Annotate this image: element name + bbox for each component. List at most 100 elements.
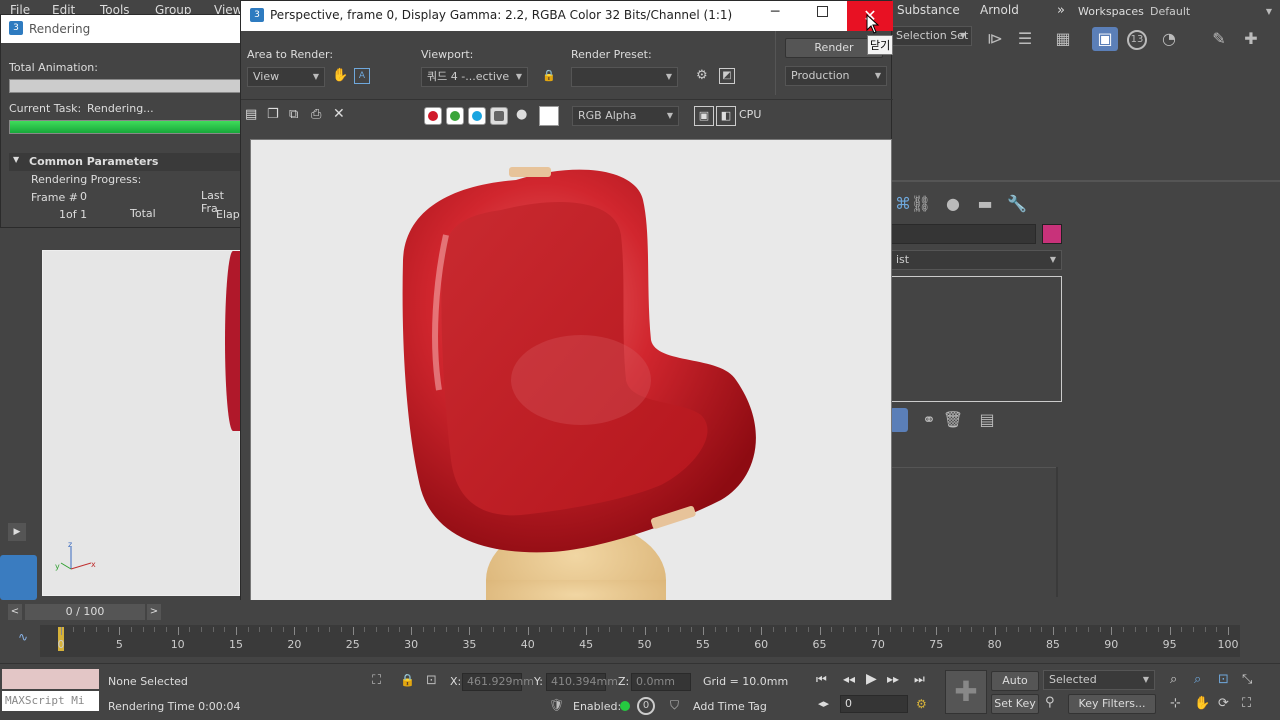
current-frame-field[interactable]: 0	[840, 695, 908, 713]
timeline-minor-tick	[1041, 627, 1043, 632]
render-setup-icon[interactable]: ◔	[1156, 27, 1182, 51]
utilities-tab-icon[interactable]: 🔧	[1004, 192, 1030, 216]
clone-window-icon[interactable]: ⧉	[289, 107, 298, 122]
minimize-icon[interactable]: ─	[771, 4, 779, 20]
align-icon[interactable]: ☰	[1012, 27, 1038, 51]
play-icon[interactable]: ▶	[8, 523, 26, 541]
time-config-arrows-icon[interactable]: ◂▸	[818, 697, 829, 710]
scrollbar[interactable]	[1056, 467, 1058, 597]
set-key-button[interactable]: Set Key	[991, 694, 1039, 714]
save-image-icon[interactable]: ▤	[245, 107, 257, 122]
mirror-icon[interactable]: ⧐	[982, 27, 1008, 51]
rendering-dialog-titlebar[interactable]: 3 Rendering	[1, 15, 246, 43]
toggle-overlay-icon[interactable]: ◧	[716, 106, 736, 126]
render-setup-icon[interactable]: ⚙	[696, 68, 714, 86]
render-preset-dropdown[interactable]: ▼	[571, 67, 678, 87]
clear-icon[interactable]: ✕	[333, 106, 345, 122]
lock-icon[interactable]: 🔒	[542, 69, 556, 85]
maxscript-mini-listener[interactable]: MAXScript Mi	[2, 691, 99, 711]
set-key-big-button[interactable]: ✚	[945, 670, 987, 714]
alpha-channel-toggle[interactable]	[490, 107, 508, 125]
hierarchy-tab-icon[interactable]: ⛓	[908, 192, 934, 216]
timeline-minor-tick	[889, 627, 891, 632]
production-dropdown[interactable]: Production ▼	[785, 66, 887, 86]
next-frame-icon[interactable]: ▸▸	[887, 672, 899, 686]
key-selection-dropdown[interactable]: Selected ▼	[1043, 670, 1155, 690]
timeline-minor-tick	[539, 627, 541, 632]
motion-tab-icon[interactable]: ●	[940, 192, 966, 216]
rollout-header[interactable]: ▼ Common Parameters	[9, 153, 245, 171]
rendered-image[interactable]	[250, 139, 892, 621]
zoom-all-icon[interactable]: ⌕	[1194, 672, 1201, 687]
menu-arnold[interactable]: Arnold	[980, 3, 1019, 17]
blue-channel-toggle[interactable]	[468, 107, 486, 125]
modifier-list-dropdown[interactable]: ist ▼	[890, 250, 1062, 270]
next-frame-button[interactable]: >	[147, 604, 161, 620]
print-icon[interactable]: ⎙	[311, 107, 321, 122]
object-color-swatch[interactable]	[1042, 224, 1062, 244]
go-to-end-icon[interactable]: ⏭	[914, 672, 925, 687]
plus-icon[interactable]: ✚	[1238, 27, 1264, 51]
red-channel-toggle[interactable]	[424, 107, 442, 125]
display-channel-dropdown[interactable]: RGB Alpha ▼	[572, 106, 679, 126]
green-channel-toggle[interactable]	[446, 107, 464, 125]
prev-frame-button[interactable]: <	[8, 604, 22, 620]
area-to-render-dropdown[interactable]: View ▼	[247, 67, 325, 87]
zero-icon[interactable]: 0	[637, 697, 655, 715]
pin-stack-icon[interactable]	[890, 408, 908, 432]
absolute-mode-icon[interactable]: ⊡	[426, 673, 437, 688]
play-icon[interactable]: ▶	[866, 671, 877, 687]
time-slider[interactable]: 0 / 100	[25, 604, 145, 620]
auto-region-icon[interactable]: A	[354, 68, 370, 84]
pen-icon[interactable]: ✎	[1206, 27, 1232, 51]
chevron-right-icon[interactable]: »	[1057, 3, 1065, 18]
auto-key-button[interactable]: Auto Key	[991, 671, 1039, 705]
zoom-extents-icon[interactable]: ⊡	[1218, 672, 1229, 687]
curve-editor-icon[interactable]: ∿	[18, 630, 28, 644]
menu-substance[interactable]: Substance	[897, 3, 960, 17]
viewport-dropdown[interactable]: 쿼드 4 -...ective ▼	[421, 67, 528, 87]
z-coordinate-field[interactable]: 0.0mm	[631, 673, 691, 691]
maximize-icon[interactable]	[817, 6, 828, 17]
render-frame-icon[interactable]: 13	[1124, 27, 1150, 51]
copy-image-icon[interactable]: ❐	[267, 107, 279, 122]
zoom-extents-all-icon[interactable]: ⤡	[1242, 672, 1252, 687]
viewport[interactable]: z x y	[42, 250, 241, 596]
mono-icon[interactable]: ●	[516, 107, 527, 122]
object-name-field[interactable]	[890, 224, 1036, 244]
time-configuration-icon[interactable]: ⚙	[916, 697, 927, 711]
scene-explorer-icon[interactable]: ▦	[1050, 27, 1076, 51]
edit-region-icon[interactable]: ✋	[332, 68, 350, 86]
key-selection-value: Selected	[1049, 673, 1097, 686]
workspace-dropdown[interactable]: Default ▼	[1144, 2, 1278, 22]
y-coordinate-field[interactable]: 410.394mm	[546, 673, 618, 691]
selection-lock-icon[interactable]: 🔒	[400, 673, 415, 687]
toggle-ui-icon[interactable]: ▣	[694, 106, 714, 126]
viewport-maximize-button[interactable]	[0, 555, 37, 600]
trash-icon[interactable]: 🗑	[940, 408, 966, 432]
color-swatch[interactable]	[539, 106, 559, 126]
maxscript-listener-top[interactable]	[2, 669, 99, 689]
frame-window-titlebar[interactable]: 3 Perspective, frame 0, Display Gamma: 2…	[241, 1, 893, 31]
previous-frame-icon[interactable]: ◂◂	[843, 672, 855, 686]
add-time-tag[interactable]: Add Time Tag	[693, 700, 767, 713]
zoom-icon[interactable]: ⌕	[1170, 672, 1177, 687]
isolate-icon[interactable]: ⛶	[372, 673, 381, 688]
x-coordinate-field[interactable]: 461.929mm	[462, 673, 534, 691]
key-filters-button[interactable]: Key Filters...	[1068, 694, 1156, 714]
key-mode-icon[interactable]: ⚲	[1045, 695, 1055, 710]
tag-icon[interactable]: ⛉	[670, 698, 679, 713]
orbit-icon[interactable]: ⟳	[1218, 696, 1229, 711]
pan-icon[interactable]: ✋	[1194, 696, 1210, 711]
field-of-view-icon[interactable]: ⊹	[1170, 696, 1181, 711]
environment-icon[interactable]: ◩	[719, 68, 735, 84]
make-unique-icon[interactable]: ⚭	[916, 408, 942, 432]
modifier-stack[interactable]	[890, 276, 1062, 402]
configure-modifier-icon[interactable]: ▤	[974, 408, 1000, 432]
go-to-start-icon[interactable]: ⏮	[816, 672, 827, 687]
x-label: X:	[450, 675, 462, 688]
save-icon[interactable]: ▣	[1092, 27, 1118, 51]
display-tab-icon[interactable]: ▬	[972, 192, 998, 216]
maximize-viewport-icon[interactable]: ⛶	[1242, 696, 1251, 711]
selection-set-dropdown[interactable]: Selection Set ▼	[890, 26, 972, 46]
